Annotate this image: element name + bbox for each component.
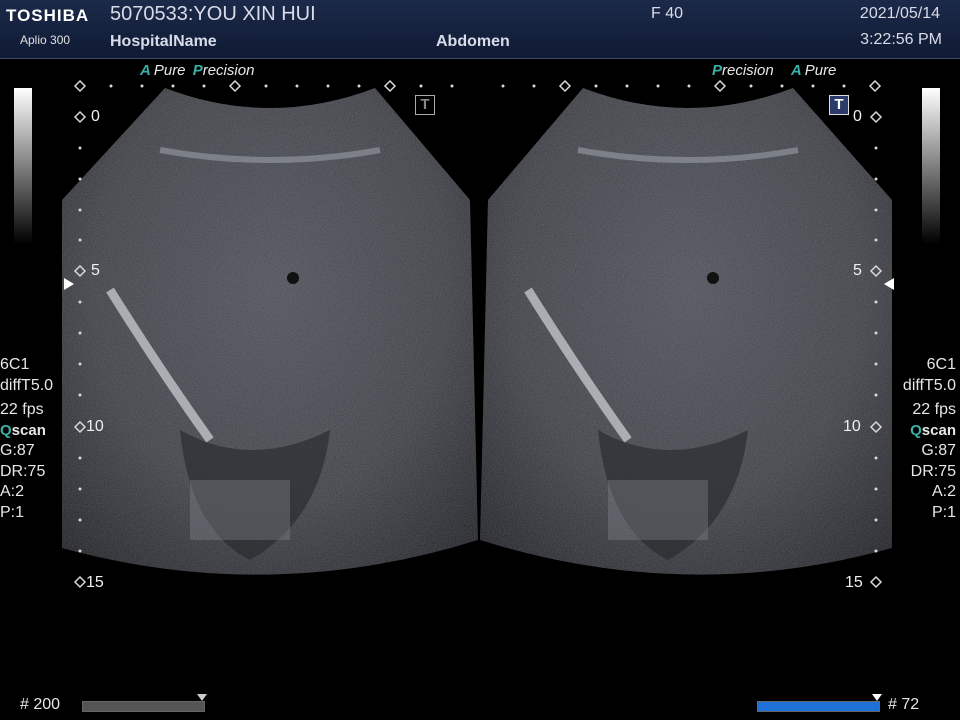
gain-value: G:87 bbox=[0, 442, 35, 459]
a-value: A:2 bbox=[0, 483, 25, 500]
mode-label: diffT5.0 bbox=[0, 376, 54, 394]
qscan-label: Qscan bbox=[0, 421, 53, 442]
right-depth-label-10: 10 bbox=[843, 418, 861, 435]
left-cine-marker-icon[interactable] bbox=[197, 694, 207, 701]
right-cine-frame-count: # 72 bbox=[888, 696, 920, 713]
p-value: P:1 bbox=[0, 503, 25, 521]
left-focus-marker-icon bbox=[64, 278, 74, 290]
right-depth-label-0: 0 bbox=[853, 108, 862, 125]
device-model: Aplio 300 bbox=[20, 33, 71, 47]
tag-a-letter: A bbox=[790, 62, 802, 79]
left-depth-label-0: 0 bbox=[91, 108, 100, 125]
p-value: P:1 bbox=[931, 503, 956, 521]
left-transducer-orientation-icon[interactable]: T bbox=[415, 95, 435, 115]
tag-p-letter: P bbox=[712, 62, 723, 79]
right-depth-label-5: 5 bbox=[853, 262, 862, 279]
qscan-scan: scan bbox=[921, 421, 956, 439]
top-ruler-dots bbox=[109, 84, 846, 88]
qscan-q: Q bbox=[0, 421, 12, 439]
tag-a-letter: A bbox=[140, 62, 151, 79]
left-grayscale-bar bbox=[14, 88, 32, 244]
right-grayscale-bar bbox=[922, 88, 940, 244]
tag-precision: recision bbox=[722, 62, 774, 79]
left-cine-frame-count: # 200 bbox=[20, 696, 61, 713]
qscan-scan: scan bbox=[11, 421, 46, 439]
gain-value: G:87 bbox=[921, 442, 956, 459]
left-imaging-tag: A Pure Precision bbox=[140, 62, 257, 79]
right-ultrasound-sector bbox=[480, 88, 892, 575]
frame-indicator: F 40 bbox=[651, 5, 684, 22]
header-bar: TOSHIBA Aplio 300 5070533:YOU XIN HUI Ho… bbox=[0, 0, 960, 59]
qscan-q: Q bbox=[910, 421, 922, 439]
exam-type: Abdomen bbox=[436, 33, 510, 50]
ultrasound-image-area bbox=[62, 79, 892, 589]
left-cine-bar[interactable] bbox=[82, 701, 205, 712]
top-ruler bbox=[73, 79, 882, 93]
patient-id-name: 5070533:YOU XIN HUI bbox=[110, 3, 316, 25]
left-depth-label-5: 5 bbox=[91, 262, 100, 279]
brand-logo: TOSHIBA bbox=[6, 6, 90, 25]
tag-p-letter: P bbox=[192, 62, 203, 79]
left-cine-fill bbox=[83, 702, 204, 711]
right-imaging-tag: Precision A Pure bbox=[712, 62, 839, 79]
dynamic-range-value: DR:75 bbox=[0, 462, 46, 480]
left-ultrasound-sector bbox=[62, 88, 478, 575]
exam-time: 3:22:56 PM bbox=[860, 31, 942, 48]
right-cine-bar[interactable] bbox=[757, 701, 880, 712]
left-depth-label-10: 10 bbox=[86, 418, 104, 435]
left-depth-label-15: 15 bbox=[86, 574, 104, 591]
right-focus-marker-icon bbox=[884, 278, 894, 290]
right-transducer-orientation-icon[interactable]: T bbox=[829, 95, 849, 115]
right-cine-fill bbox=[758, 702, 879, 711]
tag-precision: recision bbox=[202, 62, 255, 79]
qscan-label: Qscan bbox=[903, 421, 956, 442]
dynamic-range-value: DR:75 bbox=[910, 462, 956, 480]
frame-rate: 22 fps bbox=[912, 401, 956, 418]
frame-rate: 22 fps bbox=[0, 401, 44, 418]
a-value: A:2 bbox=[931, 483, 956, 500]
probe-label: 6C1 bbox=[0, 356, 30, 373]
probe-label: 6C1 bbox=[926, 356, 956, 373]
right-depth-label-15: 15 bbox=[845, 574, 863, 591]
tag-pure: Pure bbox=[804, 62, 837, 79]
hospital-name: HospitalName bbox=[110, 33, 217, 50]
mode-label: diffT5.0 bbox=[902, 376, 956, 394]
left-imaging-parameters: 6C1 diffT5.0 22 fps Qscan G:87 DR:75 A:2… bbox=[0, 355, 53, 523]
right-cine-marker-icon[interactable] bbox=[872, 694, 882, 701]
tag-pure: Pure bbox=[153, 62, 186, 79]
exam-date: 2021/05/14 bbox=[859, 5, 940, 22]
right-imaging-parameters: 6C1 diffT5.0 22 fps Qscan G:87 DR:75 A:2… bbox=[903, 355, 956, 523]
